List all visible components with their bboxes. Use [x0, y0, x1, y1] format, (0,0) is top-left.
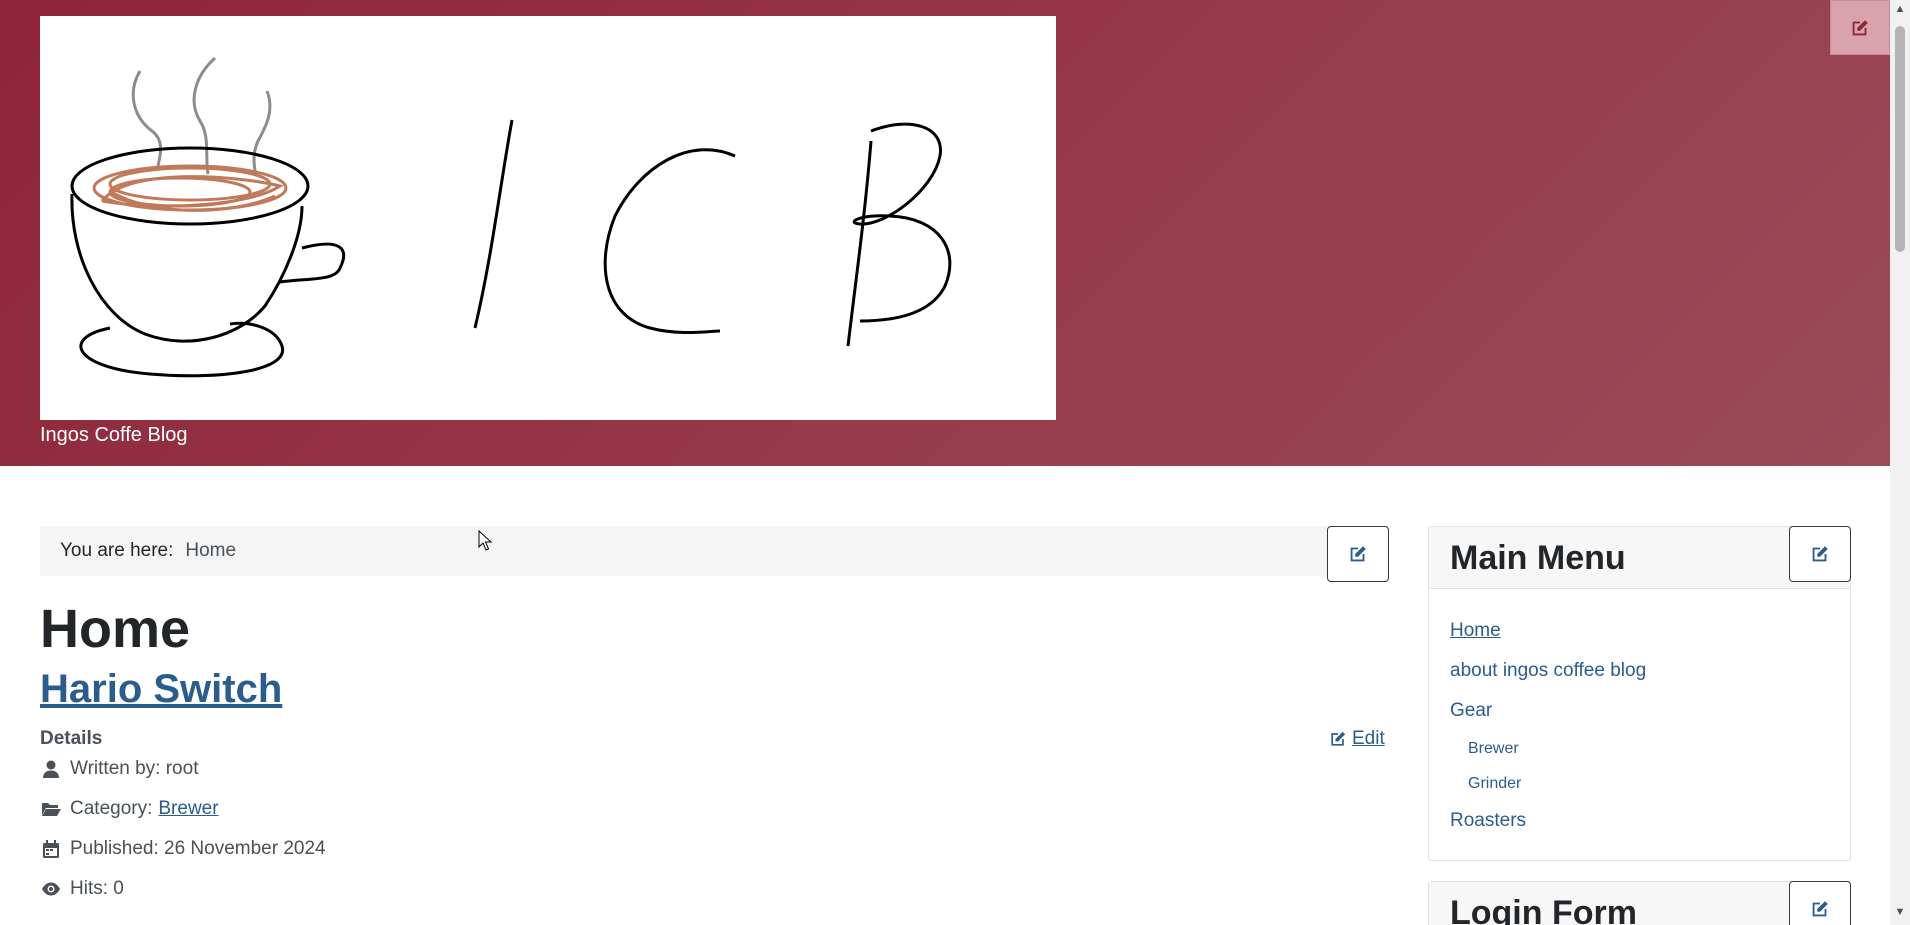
pen-to-square-icon: [1812, 546, 1828, 562]
scroll-down-icon[interactable]: ▼: [1894, 906, 1906, 918]
article-category: Category: Brewer: [40, 798, 219, 820]
user-icon: [40, 759, 62, 779]
mouse-cursor-icon: [478, 530, 493, 551]
scroll-up-icon[interactable]: ▲: [1894, 3, 1906, 15]
site-title: Ingos Coffe Blog: [40, 424, 188, 446]
category-label: Category:: [70, 798, 153, 819]
login-form-module: Login Form: [1428, 881, 1851, 925]
menu-item-roasters[interactable]: Roasters: [1450, 801, 1829, 841]
menu-item-brewer[interactable]: Brewer: [1450, 731, 1829, 766]
site-header: Ingos Coffe Blog: [0, 0, 1890, 466]
published-text: Published: 26 November 2024: [70, 838, 326, 859]
article-edit-link[interactable]: Edit: [1328, 728, 1385, 750]
breadcrumb-edit-button[interactable]: [1327, 526, 1389, 582]
main-menu-header: Main Menu: [1429, 527, 1850, 589]
pen-to-square-icon: [1350, 546, 1366, 562]
login-form-header: Login Form: [1429, 882, 1850, 925]
article-edit-label: Edit: [1352, 728, 1385, 749]
hits-text: Hits: 0: [70, 878, 124, 899]
main-menu-list: Home about ingos coffee blog Gear Brewer…: [1429, 589, 1850, 841]
calendar-icon: [40, 839, 62, 859]
eye-icon: [40, 879, 62, 899]
main-menu-edit-button[interactable]: [1789, 526, 1851, 582]
menu-item-grinder[interactable]: Grinder: [1450, 766, 1829, 801]
vertical-scrollbar[interactable]: ▲ ▼: [1890, 0, 1910, 925]
folder-open-icon: [40, 799, 62, 819]
pen-to-square-icon: [1852, 19, 1868, 35]
scrollbar-thumb[interactable]: [1895, 26, 1905, 252]
article-title-link[interactable]: Hario Switch: [40, 667, 282, 712]
login-form-edit-button[interactable]: [1789, 881, 1851, 925]
author-text: Written by: root: [70, 758, 199, 779]
pen-to-square-icon: [1331, 731, 1346, 746]
category-link[interactable]: Brewer: [158, 798, 218, 820]
main-menu-module: Main Menu Home about ingos coffee blog G…: [1428, 526, 1851, 861]
page-viewport: Ingos Coffe Blog You are here: Home Home…: [0, 0, 1890, 925]
article-author: Written by: root: [40, 758, 198, 780]
article-hits: Hits: 0: [40, 878, 124, 900]
main-menu-title: Main Menu: [1450, 539, 1626, 577]
menu-item-about[interactable]: about ingos coffee blog: [1450, 651, 1829, 691]
menu-item-home[interactable]: Home: [1450, 611, 1829, 651]
pen-to-square-icon: [1812, 901, 1828, 917]
article-published: Published: 26 November 2024: [40, 838, 326, 860]
breadcrumb-label: You are here:: [60, 540, 174, 561]
breadcrumb: You are here: Home: [40, 526, 1389, 576]
breadcrumb-current: Home: [185, 540, 237, 561]
page-title: Home: [40, 599, 191, 659]
coffee-cup-logo-icon: [70, 56, 952, 378]
site-logo[interactable]: [40, 16, 1056, 420]
menu-item-gear[interactable]: Gear: [1450, 691, 1829, 731]
login-form-title: Login Form: [1450, 894, 1637, 925]
details-label: Details: [40, 728, 103, 749]
header-edit-button[interactable]: [1830, 0, 1890, 55]
